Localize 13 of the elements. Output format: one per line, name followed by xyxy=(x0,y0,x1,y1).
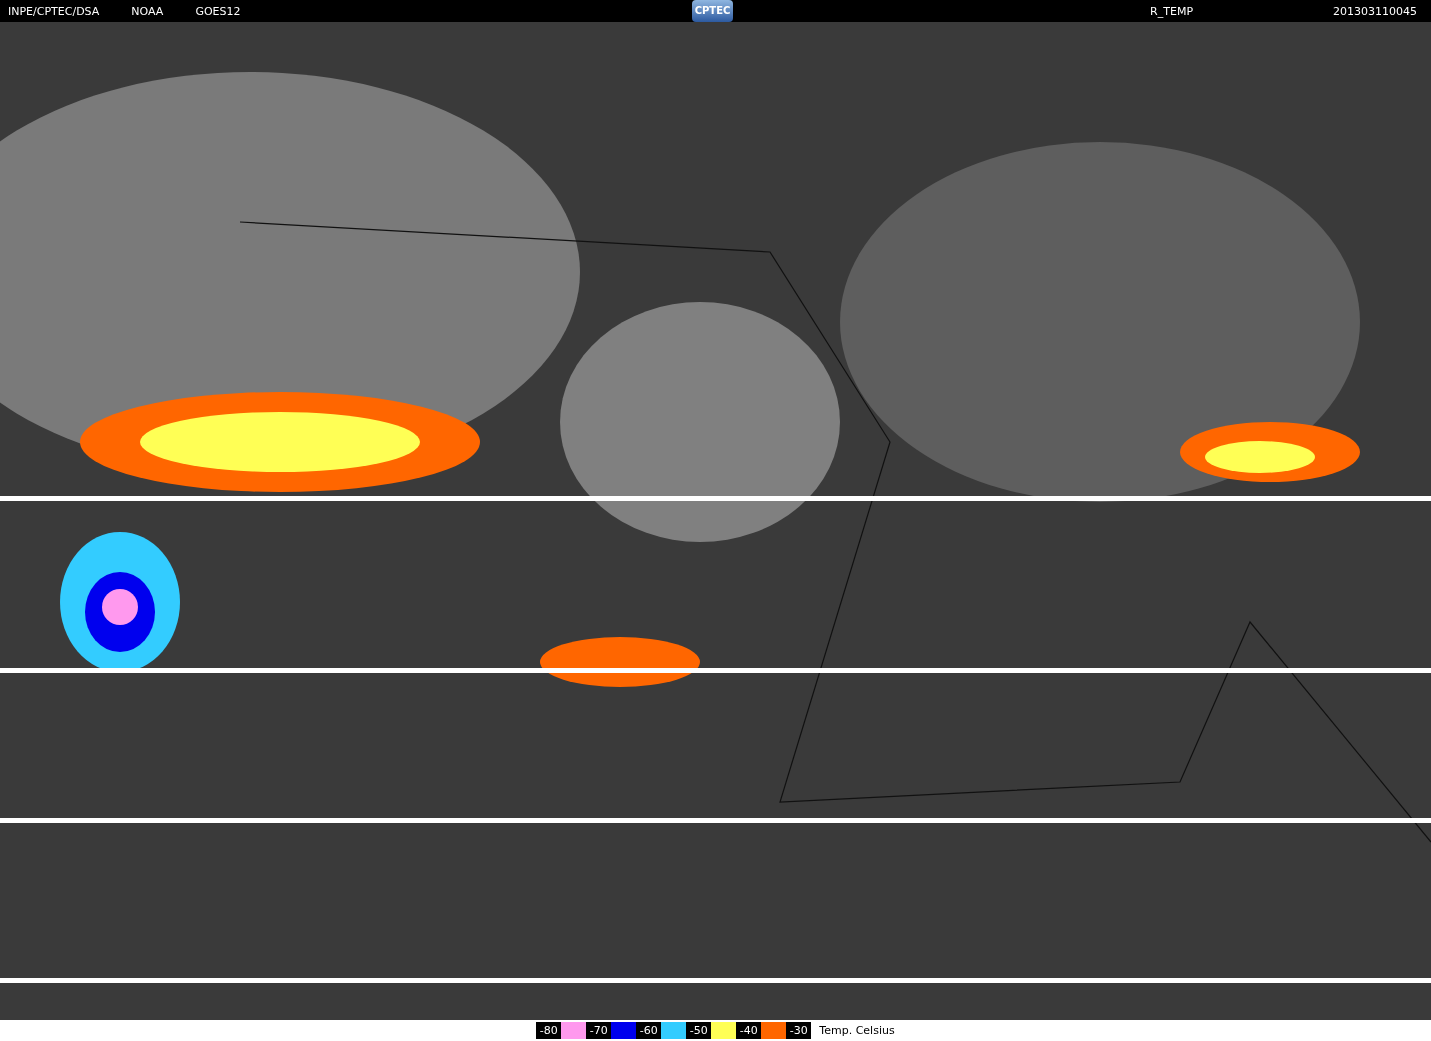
header-label: NOAA xyxy=(131,4,164,18)
scale-label: -70 xyxy=(586,1022,612,1039)
header-label: INPE/CPTEC/DSA xyxy=(8,4,100,18)
scale-label: -40 xyxy=(736,1022,762,1039)
scale-label: -50 xyxy=(686,1022,712,1039)
header-label: GOES12 xyxy=(195,4,241,18)
unit-label: Temp. Celsius xyxy=(819,1024,895,1037)
product-label: R_TEMP xyxy=(1150,4,1194,18)
logo: CPTEC xyxy=(691,0,734,22)
scale-label: -30 xyxy=(786,1022,812,1039)
scale-label: -80 xyxy=(536,1022,562,1039)
scale-label: -60 xyxy=(636,1022,662,1039)
timestamp: 201303110045 xyxy=(1333,4,1417,18)
